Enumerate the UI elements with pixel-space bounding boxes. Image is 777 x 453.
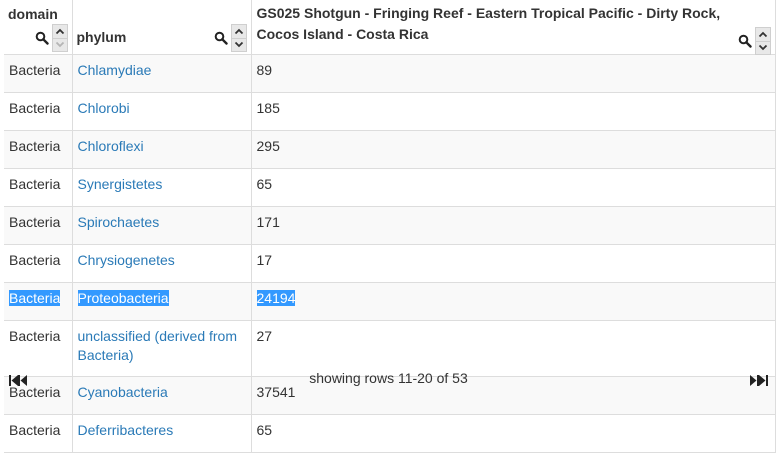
- table-row[interactable]: Bacteria Chloroflexi 295: [4, 130, 776, 169]
- table-row[interactable]: Bacteria Deferribacteres 65: [4, 414, 776, 453]
- cell-domain-text: Bacteria: [9, 290, 61, 306]
- cell-phylum[interactable]: Chlamydiae: [71, 54, 252, 93]
- cell-domain-text: Bacteria: [9, 422, 61, 438]
- cell-domain-text: Bacteria: [9, 328, 61, 344]
- cell-count: 17: [250, 244, 776, 283]
- cell-domain: Bacteria: [4, 206, 73, 245]
- cell-count: 65: [250, 168, 776, 207]
- sort-up-icon[interactable]: [754, 27, 771, 42]
- cell-domain: Bacteria: [4, 92, 73, 131]
- pagination-status: showing rows 11-20 of 53: [309, 370, 468, 386]
- phylum-link[interactable]: Chrysiogenetes: [78, 252, 175, 268]
- phylum-link[interactable]: unclassified (derived from Bacteria): [78, 328, 238, 363]
- cell-count: 185: [250, 92, 776, 131]
- search-icon[interactable]: [35, 31, 49, 45]
- last-page-icon[interactable]: [759, 373, 768, 389]
- cell-domain-text: Bacteria: [9, 176, 61, 192]
- search-icon[interactable]: [214, 31, 228, 45]
- column-header-phylum: phylum: [71, 0, 252, 55]
- phylum-link[interactable]: Deferribacteres: [78, 422, 174, 438]
- column-header-domain: domain: [4, 0, 73, 55]
- next-page-icon[interactable]: [750, 373, 759, 389]
- cell-domain-text: Bacteria: [9, 252, 61, 268]
- cell-count-text: 17: [256, 252, 273, 268]
- cell-count: 89: [250, 54, 776, 93]
- cell-count-text: 65: [256, 422, 273, 438]
- sort-down-icon[interactable]: [51, 38, 68, 52]
- cell-domain: Bacteria: [4, 244, 73, 283]
- cell-count-text: 185: [256, 100, 280, 116]
- table-footer: showing rows 11-20 of 53: [0, 364, 777, 394]
- phylum-link[interactable]: Chlamydiae: [78, 62, 152, 78]
- table-row[interactable]: Bacteria Synergistetes 65: [4, 168, 776, 207]
- cell-domain: Bacteria: [4, 414, 73, 453]
- cell-domain: Bacteria: [4, 54, 73, 93]
- phylum-link[interactable]: Spirochaetes: [78, 214, 160, 230]
- cell-phylum[interactable]: Spirochaetes: [71, 206, 252, 245]
- cell-phylum[interactable]: Deferribacteres: [71, 414, 252, 453]
- sort-control: [51, 24, 68, 52]
- cell-count: 295: [250, 130, 776, 169]
- sort-up-icon[interactable]: [230, 24, 247, 39]
- phylum-link[interactable]: Chloroflexi: [78, 138, 144, 154]
- table-row[interactable]: Bacteria Chlorobi 185: [4, 92, 776, 131]
- cell-domain-text: Bacteria: [9, 100, 61, 116]
- cell-domain-text: Bacteria: [9, 138, 61, 154]
- cell-count: 24194: [250, 282, 776, 321]
- phylum-link[interactable]: Chlorobi: [78, 100, 130, 116]
- cell-phylum[interactable]: Chrysiogenetes: [71, 244, 252, 283]
- sort-control: [230, 24, 247, 52]
- column-label-sample: GS025 Shotgun - Fringing Reef - Eastern …: [256, 5, 721, 42]
- cell-phylum[interactable]: Synergistetes: [71, 168, 252, 207]
- table-row[interactable]: Bacteria Spirochaetes 171: [4, 206, 776, 245]
- sort-down-icon[interactable]: [230, 38, 247, 52]
- cell-domain-text: Bacteria: [9, 62, 61, 78]
- cell-domain: Bacteria: [4, 282, 73, 321]
- column-header-sample: GS025 Shotgun - Fringing Reef - Eastern …: [250, 0, 776, 55]
- cell-count-text: 27: [256, 328, 273, 344]
- cell-domain-text: Bacteria: [9, 214, 61, 230]
- column-label-phylum: phylum: [76, 29, 127, 45]
- table-row[interactable]: Bacteria Chrysiogenetes 17: [4, 244, 776, 283]
- cell-count-text: 89: [256, 62, 273, 78]
- cell-domain: Bacteria: [4, 130, 73, 169]
- phylum-link[interactable]: Synergistetes: [78, 176, 163, 192]
- table-row[interactable]: Bacteria Chlamydiae 89: [4, 54, 776, 93]
- cell-count-text: 65: [256, 176, 273, 192]
- table-row-selected[interactable]: Bacteria Proteobacteria 24194: [4, 282, 776, 321]
- column-label-domain: domain: [8, 6, 58, 22]
- cell-phylum[interactable]: Chloroflexi: [71, 130, 252, 169]
- phylum-link[interactable]: Proteobacteria: [77, 290, 169, 306]
- cell-count: 65: [250, 414, 776, 453]
- cell-phylum[interactable]: Proteobacteria: [71, 282, 252, 321]
- header-row: domain phylum GS025 Shotgun - Fringing R…: [4, 0, 776, 55]
- cell-count: 171: [250, 206, 776, 245]
- search-icon[interactable]: [738, 34, 752, 48]
- sort-up-icon[interactable]: [51, 24, 68, 39]
- pager-end: [750, 373, 768, 389]
- cell-phylum[interactable]: Chlorobi: [71, 92, 252, 131]
- cell-count-text: 24194: [256, 290, 296, 306]
- cell-count-text: 171: [256, 214, 280, 230]
- cell-count-text: 295: [256, 138, 280, 154]
- cell-domain: Bacteria: [4, 168, 73, 207]
- sort-control: [754, 27, 771, 55]
- sort-down-icon[interactable]: [754, 41, 771, 55]
